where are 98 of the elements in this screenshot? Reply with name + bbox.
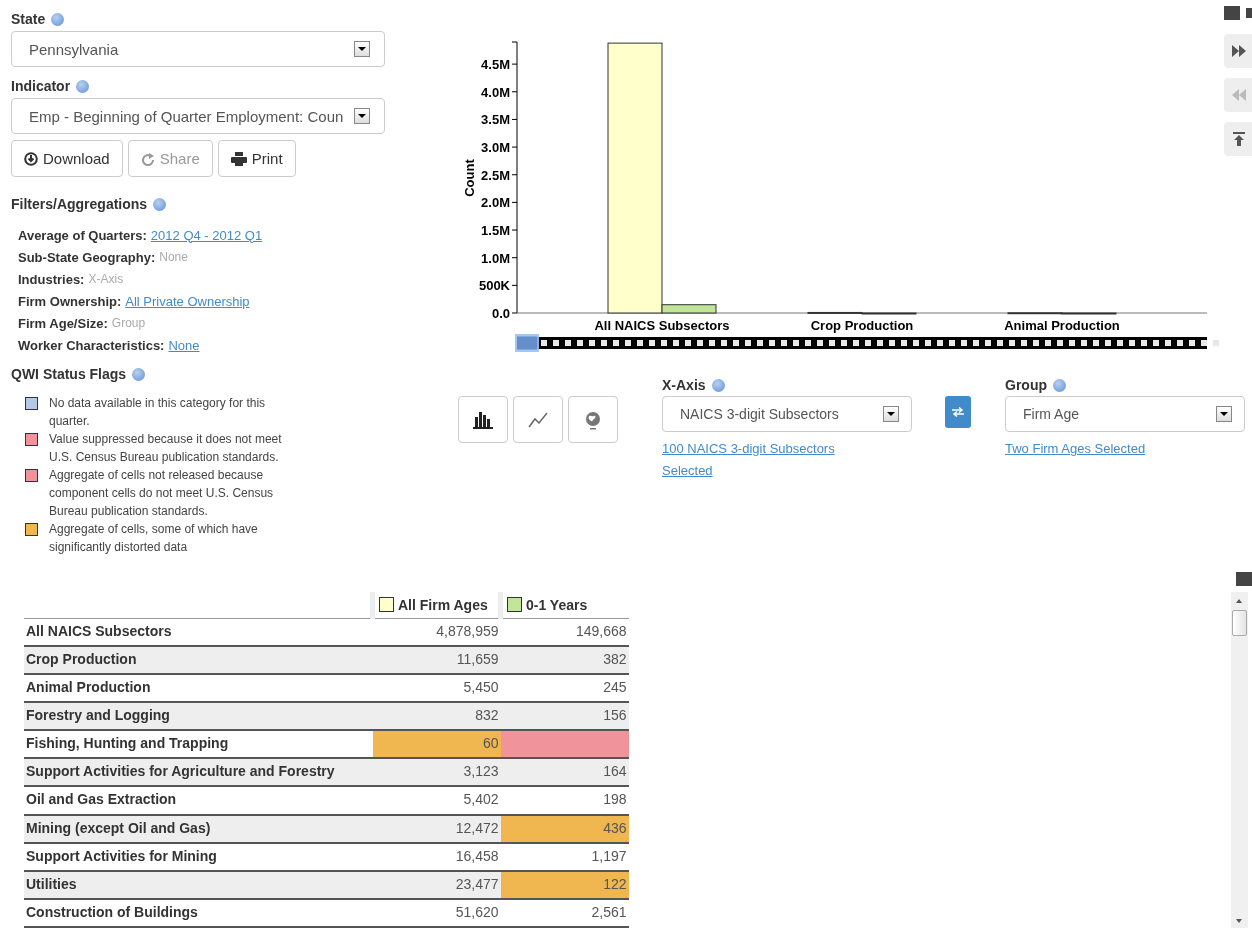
bar[interactable] bbox=[807, 311, 863, 314]
tick-label: 500K bbox=[478, 278, 510, 294]
download-button[interactable]: Download bbox=[11, 140, 123, 177]
column-header[interactable]: All Firm Ages bbox=[372, 592, 501, 619]
group-select[interactable]: Firm Age bbox=[1005, 396, 1245, 432]
help-icon[interactable] bbox=[51, 12, 65, 26]
table-cell: 2,561 bbox=[500, 898, 629, 927]
bar-chart-icon bbox=[472, 410, 494, 429]
tick-label: 3.5M bbox=[481, 112, 510, 128]
row-label: Support Activities for Agriculture and Forestry bbox=[24, 758, 373, 787]
tick-label: 1.0M bbox=[481, 250, 510, 266]
category-label: Crop Production bbox=[810, 318, 914, 333]
filter-label: Worker Characteristics: bbox=[18, 337, 165, 353]
print-button[interactable]: Print bbox=[217, 140, 296, 177]
help-icon[interactable] bbox=[153, 197, 167, 211]
panel-toggle-icon[interactable] bbox=[1236, 572, 1252, 586]
filter-label: Firm Age/Size: bbox=[18, 315, 108, 331]
category-label: All NAICS Subsectors bbox=[594, 318, 730, 333]
table-cell: 3,123 bbox=[372, 758, 501, 787]
tick-label: 4.5M bbox=[481, 57, 510, 73]
flag-description: No data available in this category for this quarter. bbox=[49, 395, 267, 430]
line-chart-icon bbox=[527, 410, 549, 429]
swap-button[interactable] bbox=[945, 396, 971, 428]
share-icon bbox=[140, 151, 155, 166]
category-label: Animal Production bbox=[1004, 318, 1120, 333]
tick-label: 4.0M bbox=[481, 84, 510, 100]
table-cell: 5,402 bbox=[372, 786, 501, 815]
table-cell: 436 bbox=[500, 814, 629, 843]
table-cell: 23,477 bbox=[372, 870, 501, 899]
swap-arrows-icon bbox=[951, 407, 965, 417]
field-label: Group bbox=[1005, 377, 1047, 393]
filter-link[interactable]: None bbox=[168, 337, 200, 353]
filter-link[interactable]: All Private Ownership bbox=[125, 293, 250, 309]
tick-label: 3.0M bbox=[481, 140, 510, 156]
table-cell: 11,659 bbox=[372, 646, 501, 675]
jump-to-top-button[interactable] bbox=[1224, 122, 1252, 156]
bar-chart-button[interactable] bbox=[458, 396, 508, 443]
table-cell: 382 bbox=[500, 646, 629, 675]
bar[interactable] bbox=[1007, 312, 1063, 315]
row-label: Support Activities for Mining bbox=[24, 842, 373, 871]
filter-label: Sub-State Geography: bbox=[18, 249, 156, 265]
column-header[interactable]: 0-1 Years bbox=[500, 592, 629, 619]
help-icon[interactable] bbox=[711, 378, 725, 392]
field-label: X-Axis bbox=[662, 377, 706, 393]
filter-label: Industries: bbox=[18, 271, 85, 287]
indicator-select[interactable]: Emp - Beginning of Quarter Employment: Coun bbox=[11, 98, 385, 134]
table-cell: 51,620 bbox=[372, 898, 501, 927]
download-icon bbox=[24, 151, 38, 166]
table-cell: 60 bbox=[372, 730, 501, 759]
row-label: Forestry and Logging bbox=[24, 702, 373, 731]
row-label: Construction of Buildings bbox=[24, 898, 373, 927]
bar[interactable] bbox=[661, 304, 717, 314]
row-label: Utilities bbox=[24, 870, 373, 899]
scrollbar[interactable] bbox=[1231, 592, 1248, 928]
x-axis-select[interactable]: NAICS 3-digit Subsectors bbox=[662, 396, 912, 432]
table-cell: 16,458 bbox=[372, 842, 501, 871]
fast-forward-icon bbox=[1232, 45, 1246, 57]
filter-value: X-Axis bbox=[88, 272, 124, 286]
section-title: QWI Status Flags bbox=[11, 366, 127, 382]
table-cell: 122 bbox=[500, 870, 629, 899]
filter-value: Group bbox=[111, 316, 146, 330]
rewind-button[interactable] bbox=[1224, 78, 1252, 112]
printer-icon bbox=[230, 151, 247, 166]
tick-label: 0.0 bbox=[491, 306, 510, 321]
table-cell: 1,197 bbox=[500, 842, 629, 871]
table-cell: 164 bbox=[500, 758, 629, 787]
help-icon[interactable] bbox=[132, 367, 146, 381]
filter-value: None bbox=[159, 250, 188, 264]
panel-toggle-icon[interactable] bbox=[1224, 6, 1240, 20]
row-label: Crop Production bbox=[24, 646, 373, 675]
filter-label: Firm Ownership: bbox=[18, 293, 122, 309]
tick-label: 1.5M bbox=[481, 223, 510, 239]
selection-link[interactable]: Two Firm Ages Selected bbox=[1005, 438, 1205, 460]
help-icon[interactable] bbox=[76, 79, 90, 93]
row-label: Oil and Gas Extraction bbox=[24, 786, 373, 815]
field-label: State bbox=[11, 11, 46, 27]
table-cell: 12,472 bbox=[372, 814, 501, 843]
line-chart-button[interactable] bbox=[513, 396, 563, 443]
section-title: Filters/Aggregations bbox=[11, 196, 148, 212]
table-cell: 198 bbox=[500, 786, 629, 815]
flag-description: Value suppressed because it does not meet U.S. Census Bureau publication standards. bbox=[49, 431, 283, 466]
selection-link[interactable]: 100 NAICS 3-digit Subsectors Selected bbox=[662, 438, 862, 482]
help-icon[interactable] bbox=[1053, 378, 1066, 392]
jump-to-top-icon bbox=[1232, 132, 1246, 146]
rewind-icon bbox=[1232, 89, 1246, 101]
range-slider[interactable] bbox=[515, 334, 1219, 352]
row-label: Mining (except Oil and Gas) bbox=[24, 814, 373, 843]
filter-link[interactable]: 2012 Q4 - 2012 Q1 bbox=[150, 227, 263, 243]
tick-label: 2.5M bbox=[481, 167, 510, 183]
map-chart-button[interactable] bbox=[568, 396, 618, 443]
tick-label: 2.0M bbox=[481, 195, 510, 211]
axis-title: Count bbox=[462, 159, 477, 197]
flag-description: Aggregate of cells, some of which have significantly distorted data bbox=[49, 521, 259, 556]
field-label: Indicator bbox=[11, 78, 71, 94]
fast-forward-button[interactable] bbox=[1224, 34, 1252, 68]
state-select[interactable]: Pennsylvania bbox=[11, 31, 385, 67]
filter-label: Average of Quarters: bbox=[18, 227, 147, 243]
flag-description: Aggregate of cells not released because component cells do not meet U.S. Census Bureau publication standards. bbox=[49, 467, 275, 520]
